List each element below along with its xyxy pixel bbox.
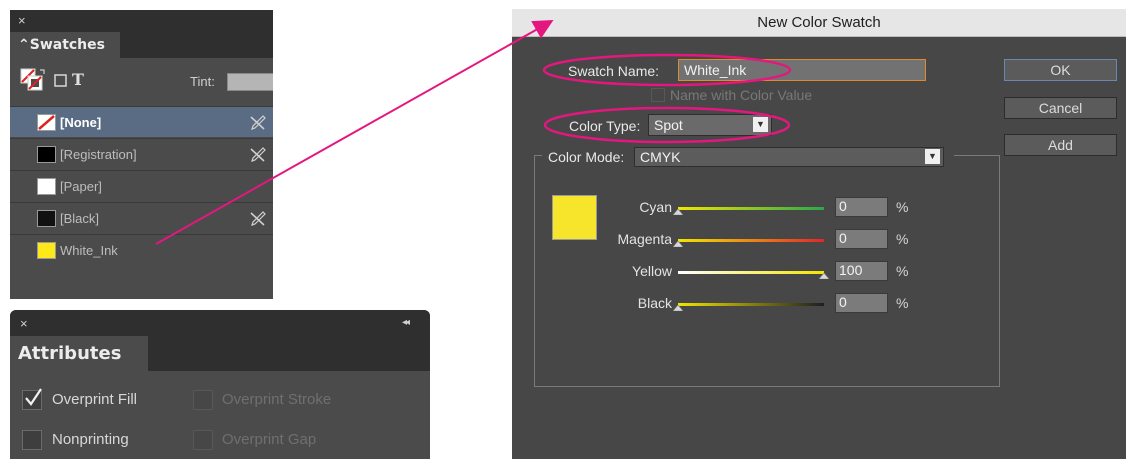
panel-title-bar: × ◂◂ xyxy=(10,310,430,336)
cancel-button[interactable]: Cancel xyxy=(1004,97,1117,119)
magenta-value-field[interactable]: 0 xyxy=(835,229,888,249)
color-mode-label: Color Mode: xyxy=(548,149,625,165)
text-format-icon[interactable]: T xyxy=(72,70,84,89)
close-icon[interactable]: × xyxy=(18,14,26,27)
magenta-label: Magenta xyxy=(617,231,672,247)
overprint-stroke-label: Overprint Stroke xyxy=(222,391,332,408)
color-type-value: Spot xyxy=(654,117,683,133)
swatch-name: [None] xyxy=(60,115,102,130)
swatch-row-registration[interactable]: [Registration] xyxy=(10,138,273,169)
swatch-chip xyxy=(37,210,56,227)
swatch-name: [Paper] xyxy=(60,179,102,194)
no-edit-icon xyxy=(250,211,266,226)
fill-stroke-icon[interactable] xyxy=(20,68,48,92)
overprint-gap-label: Overprint Gap xyxy=(222,431,317,448)
add-button[interactable]: Add xyxy=(1004,134,1117,156)
collapse-icon[interactable]: ◂◂ xyxy=(402,317,410,328)
yellow-slider-thumb[interactable] xyxy=(819,273,829,279)
magenta-slider-track[interactable] xyxy=(678,239,824,242)
swatches-panel: × ⌃Swatches T Tint: [None] [Registration]… xyxy=(10,10,273,299)
cyan-value-field[interactable]: 0 xyxy=(835,197,888,217)
color-type-label: Color Type: xyxy=(569,118,641,134)
panel-title-bar: × xyxy=(10,10,273,32)
chevron-down-icon: ▼ xyxy=(753,117,768,132)
color-mode-value: CMYK xyxy=(640,149,681,165)
tab-swatches[interactable]: ⌃Swatches xyxy=(10,32,120,58)
swatch-name-label: Swatch Name: xyxy=(568,63,660,79)
nonprinting-label: Nonprinting xyxy=(52,431,129,448)
overprint-gap-checkbox xyxy=(193,430,213,450)
magenta-slider-thumb[interactable] xyxy=(673,241,683,247)
dialog-title: New Color Swatch xyxy=(512,9,1126,37)
black-value-field[interactable]: 0 xyxy=(835,293,888,313)
swatch-chip xyxy=(37,146,56,163)
yellow-label: Yellow xyxy=(632,263,672,279)
color-mode-select[interactable]: CMYK ▼ xyxy=(634,147,944,167)
swatch-row-white-ink[interactable]: White_Ink xyxy=(10,234,273,265)
swatch-name: White_Ink xyxy=(60,243,118,258)
cyan-slider-track[interactable] xyxy=(678,207,824,210)
swatch-name-field[interactable]: White_Ink xyxy=(678,59,926,81)
black-label: Black xyxy=(637,295,672,311)
yellow-percent-sign: % xyxy=(896,263,909,279)
no-edit-icon xyxy=(250,115,266,130)
black-percent-sign: % xyxy=(896,295,909,311)
nonprinting-checkbox[interactable] xyxy=(22,430,42,450)
color-type-select[interactable]: Spot ▼ xyxy=(648,114,772,136)
swatch-name: [Registration] xyxy=(60,147,137,162)
tint-input[interactable] xyxy=(227,73,273,91)
new-color-swatch-dialog: New Color Swatch Swatch Name: White_Ink … xyxy=(512,9,1126,459)
overprint-fill-checkbox[interactable] xyxy=(22,388,42,410)
yellow-value-field[interactable]: 100 xyxy=(835,261,888,281)
color-mode-legend: Color Mode: CMYK ▼ xyxy=(542,147,954,167)
no-edit-icon xyxy=(250,147,266,162)
checkmark-icon xyxy=(25,388,42,406)
magenta-percent-sign: % xyxy=(896,231,909,247)
attributes-panel: × ◂◂ Attributes Overprint Fill Overprint… xyxy=(10,310,430,459)
container-format-icon[interactable] xyxy=(54,74,68,88)
swatches-toolbar: T Tint: xyxy=(10,58,273,102)
yellow-slider-track[interactable] xyxy=(678,271,824,274)
cyan-label: Cyan xyxy=(639,199,672,215)
close-icon[interactable]: × xyxy=(20,317,28,330)
overprint-stroke-checkbox xyxy=(193,390,213,410)
cyan-percent-sign: % xyxy=(896,199,909,215)
swatch-row-paper[interactable]: [Paper] xyxy=(10,170,273,201)
cyan-slider-thumb[interactable] xyxy=(673,209,683,215)
black-slider-track[interactable] xyxy=(678,303,824,306)
name-with-color-value-checkbox xyxy=(651,88,665,102)
tint-label: Tint: xyxy=(190,74,215,89)
swatch-name: [Black] xyxy=(60,211,100,226)
ok-button[interactable]: OK xyxy=(1004,59,1117,81)
overprint-fill-label: Overprint Fill xyxy=(52,391,138,408)
swatch-chip xyxy=(37,178,56,195)
tab-attributes[interactable]: Attributes xyxy=(10,336,148,371)
name-with-color-value-label: Name with Color Value xyxy=(670,87,813,103)
black-slider-thumb[interactable] xyxy=(673,305,683,311)
swatch-row-none[interactable]: [None] xyxy=(10,106,273,137)
chevron-down-icon: ▼ xyxy=(925,149,940,164)
swatch-row-black[interactable]: [Black] xyxy=(10,202,273,233)
swatch-chip xyxy=(37,242,56,259)
swatch-chip xyxy=(37,114,56,131)
